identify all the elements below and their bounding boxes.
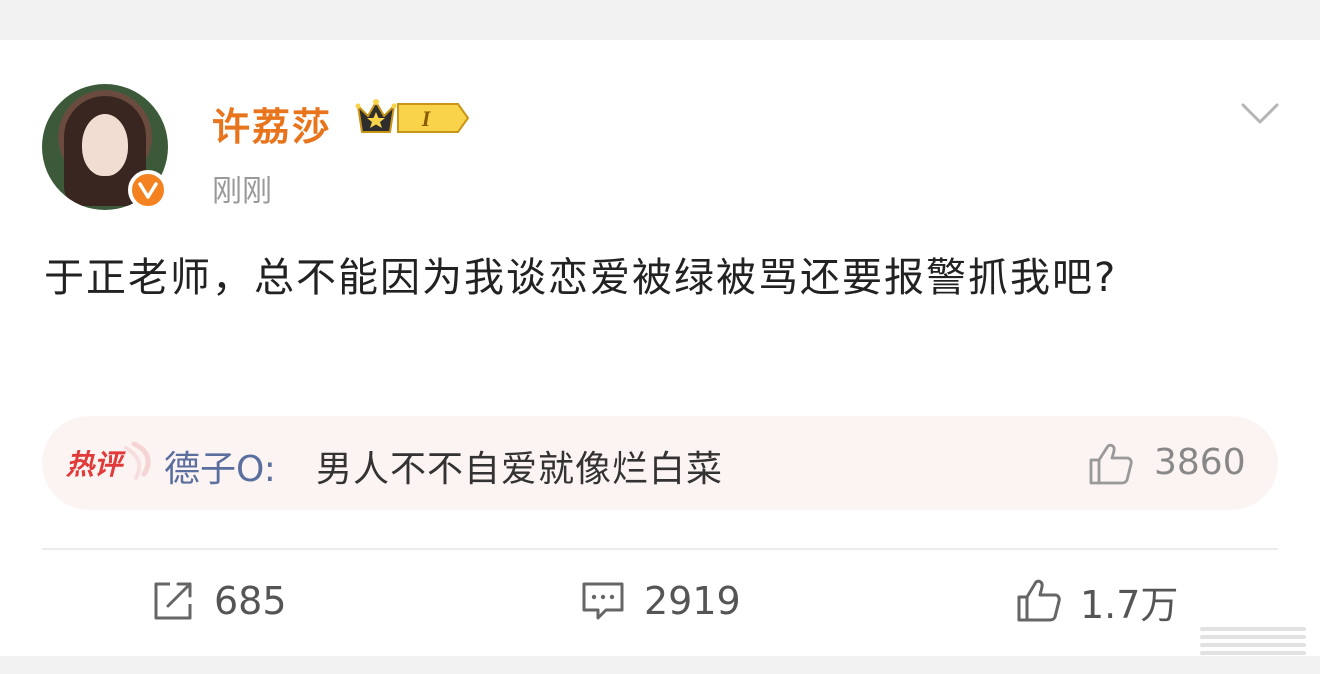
verified-v-icon xyxy=(128,170,168,210)
vip-level-text: I xyxy=(421,106,432,131)
comment-like-count: 3860 xyxy=(1154,442,1246,483)
top-bar xyxy=(0,0,1320,40)
bottom-strip xyxy=(0,656,1320,674)
repost-icon xyxy=(150,578,196,624)
post-timestamp: 刚刚 xyxy=(212,174,272,209)
divider xyxy=(42,548,1278,550)
username[interactable]: 许荔莎 xyxy=(212,96,332,151)
like-count: 1.7万 xyxy=(1080,582,1179,627)
hot-comment-tag: 热评 xyxy=(64,440,160,486)
post-card: 许荔莎 I 刚刚 于正老师，总不能因为我谈恋爱被绿被骂还要报警抓我吧? 热评 德… xyxy=(0,40,1320,656)
avatar-face xyxy=(82,114,128,176)
thumbs-up-icon xyxy=(1016,578,1062,624)
repost-button[interactable]: 685 xyxy=(150,576,287,626)
hot-comment[interactable]: 热评 德子O: 男人不不自爱就像烂白菜 3860 xyxy=(42,416,1278,510)
hot-comment-tag-text: 热评 xyxy=(65,448,126,481)
crown-icon[interactable]: I xyxy=(354,98,470,138)
comment-author[interactable]: 德子O: xyxy=(164,440,276,492)
comment-icon xyxy=(580,578,626,624)
comment-text: 男人不不自爱就像烂白菜 xyxy=(316,449,724,490)
thumbs-up-icon[interactable] xyxy=(1088,442,1134,486)
chevron-down-icon[interactable] xyxy=(1240,102,1280,126)
like-button[interactable]: 1.7万 xyxy=(1016,576,1179,627)
comment-count: 2919 xyxy=(644,579,741,623)
comment-button[interactable]: 2919 xyxy=(580,576,741,626)
post-text: 于正老师，总不能因为我谈恋爱被绿被骂还要报警抓我吧? xyxy=(44,255,1118,301)
watermark-lines-icon xyxy=(1196,624,1310,658)
repost-count: 685 xyxy=(214,579,287,623)
